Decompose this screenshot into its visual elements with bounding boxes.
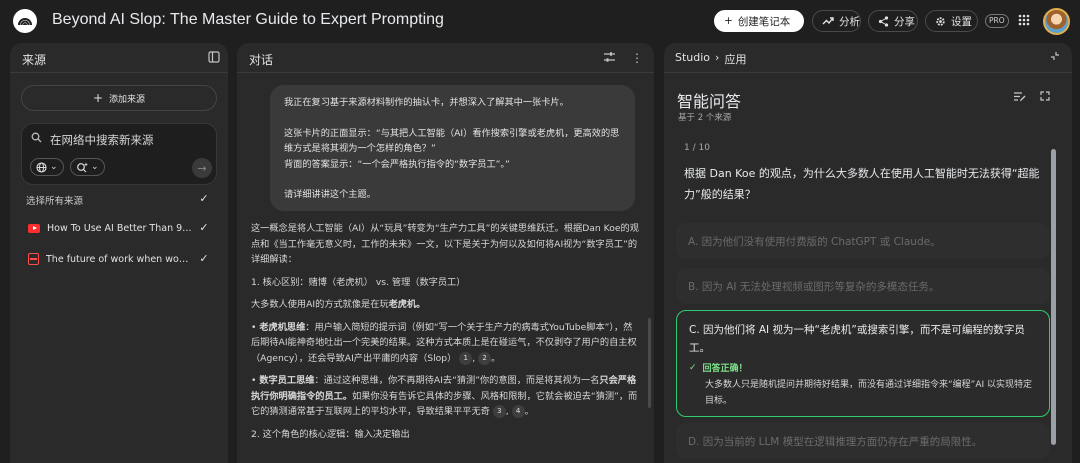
answer-heading: 1. 核心区别：赌博（老虎机） vs. 管理（数字员工）: [251, 276, 466, 288]
breadcrumb-current: 应用: [724, 53, 747, 66]
studio-panel-header: Studio › 应用: [664, 43, 1072, 73]
breadcrumb-studio[interactable]: Studio: [675, 51, 710, 67]
citation-badge[interactable]: 3: [492, 405, 506, 418]
collapse-diagonal-icon[interactable]: [1050, 51, 1064, 65]
analytics-button[interactable]: 分析: [812, 10, 861, 32]
globe-icon: [36, 161, 47, 173]
sources-title: 来源: [22, 53, 47, 67]
answer-paragraph: 这一概念是将人工智能（AI）从“玩具”转变为“生产力工具”的关键思维跃迁。根据D…: [251, 223, 639, 265]
plus-icon: +: [92, 91, 104, 105]
check-icon: ✓: [689, 362, 697, 373]
message-line: 背面的答案显示：“一个会严格执行指令的“数字员工”。”: [284, 158, 510, 170]
chevron-down-icon: ⌄: [91, 162, 99, 172]
create-notebook-label: 创建笔记本: [737, 15, 791, 28]
answer-bullet: • 数字员工思维：通过这种思维，你不再期待AI去“猜测”你的意图，而是将其视为一…: [251, 375, 638, 418]
analytics-label: 分析: [839, 15, 860, 28]
share-label: 分享: [894, 15, 915, 28]
web-source-dropdown[interactable]: ⌄: [30, 158, 64, 176]
user-avatar[interactable]: [1043, 8, 1070, 35]
edit-notes-icon[interactable]: [1013, 91, 1027, 105]
sources-panel: 来源 + 添加来源 在网络中搜索新来源 ⌄ ⌄ → 选择所有来源 ✓ How T…: [10, 43, 228, 463]
settings-label: 设置: [951, 15, 972, 28]
research-mode-dropdown[interactable]: ⌄: [70, 158, 105, 176]
search-input[interactable]: 在网络中搜索新来源: [50, 132, 154, 148]
quiz-option-c-correct[interactable]: C. 因为他们将 AI 视为一种“老虎机”或搜索引擎，而不是可编程的数字员工。 …: [676, 310, 1050, 417]
notebooklm-logo-icon[interactable]: [13, 9, 37, 33]
more-vert-icon[interactable]: ⋮: [630, 51, 644, 65]
select-all-checkbox[interactable]: ✓: [198, 193, 210, 205]
breadcrumb: Studio › 应用: [675, 51, 746, 67]
fullscreen-icon[interactable]: [1040, 91, 1054, 105]
quiz-option-a[interactable]: A. 因为他们没有使用付费版的 ChatGPT 或 Claude。: [676, 223, 1050, 259]
correct-label: 回答正确！: [702, 364, 748, 374]
chat-scrollbar[interactable]: [648, 318, 651, 408]
apps-grid-icon[interactable]: [1018, 14, 1030, 26]
user-message: 我正在复习基于来源材料制作的抽认卡，并想深入了解其中一张卡片。 这张卡片的正面显…: [270, 85, 635, 211]
submit-search-button[interactable]: →: [192, 158, 212, 178]
search-icon: [31, 132, 42, 143]
assistant-answer: 这一概念是将人工智能（AI）从“玩具”转变为“生产力工具”的关键思维跃迁。根据D…: [251, 221, 639, 449]
quiz-title: 智能问答: [677, 92, 742, 111]
create-notebook-button[interactable]: + 创建笔记本: [714, 10, 804, 32]
citation-badge[interactable]: 4: [511, 405, 525, 418]
correct-feedback: ✓ 回答正确！: [689, 361, 1037, 375]
plus-icon: +: [724, 15, 733, 27]
collapse-panel-icon[interactable]: [208, 51, 222, 65]
select-all-label: 选择所有来源: [26, 196, 84, 207]
sources-panel-header: 来源: [10, 43, 228, 73]
source-checkbox[interactable]: ✓: [198, 253, 210, 265]
chat-title: 对话: [249, 53, 274, 67]
app-header: Beyond AI Slop: The Master Guide to Expe…: [0, 0, 1080, 42]
chat-panel-header: 对话 ⋮: [237, 43, 654, 73]
studio-scrollbar[interactable]: [1051, 149, 1056, 445]
answer-heading: 2. 这个角色的核心逻辑：输入决定输出: [251, 428, 410, 440]
web-search-box[interactable]: 在网络中搜索新来源 ⌄ ⌄ →: [21, 123, 217, 185]
chat-panel: 对话 ⋮ 我正在复习基于来源材料制作的抽认卡，并想深入了解其中一张卡片。 这张卡…: [237, 43, 654, 463]
source-item-label: How To Use AI Better Than 99% ...: [47, 222, 193, 234]
option-label: D. 因为当前的 LLM 模型在逻辑推理方面仍存在严重的局限性。: [688, 435, 983, 448]
chevron-right-icon: ›: [715, 51, 720, 64]
share-button[interactable]: 分享: [868, 10, 918, 32]
quiz-option-b[interactable]: B. 因为 AI 无法处理视频或图形等复杂的多模态任务。: [676, 268, 1050, 304]
settings-button[interactable]: 设置: [925, 10, 978, 32]
share-icon: [878, 15, 889, 27]
sparkle-search-icon: [76, 162, 88, 173]
gear-icon: [935, 16, 946, 27]
tune-icon[interactable]: [603, 51, 617, 65]
citation-badge[interactable]: 2: [478, 351, 492, 365]
pro-badge: PRO: [985, 14, 1009, 28]
source-item[interactable]: The future of work when work is ...: [28, 251, 192, 267]
notebook-title[interactable]: Beyond AI Slop: The Master Guide to Expe…: [52, 11, 444, 29]
add-source-label: 添加来源: [109, 94, 146, 105]
chevron-down-icon: ⌄: [50, 162, 58, 172]
message-line: 这张卡片的正面显示：“与其把人工智能（AI）看作搜索引擎或老虎机，更高效的思维方…: [284, 127, 620, 155]
source-checkbox[interactable]: ✓: [198, 222, 210, 234]
source-item-label: The future of work when work is ...: [46, 253, 192, 265]
source-item[interactable]: How To Use AI Better Than 99% ...: [28, 220, 193, 236]
answer-bullet: • 老虎机思维：用户输入简短的提示词（例如“写一个关于生产力的病毒式YouTub…: [251, 321, 637, 365]
option-label: C. 因为他们将 AI 视为一种“老虎机”或搜索引擎，而不是可编程的数字员工。: [689, 324, 1025, 354]
message-line: 我正在复习基于来源材料制作的抽认卡，并想深入了解其中一张卡片。: [284, 97, 569, 108]
add-source-button[interactable]: + 添加来源: [21, 85, 217, 111]
question-counter: 1 / 10: [684, 143, 710, 153]
studio-panel: Studio › 应用 智能问答 基于 2 个来源 1 / 10 根据 Dan …: [664, 43, 1072, 463]
answer-paragraph: 大多数人使用AI的方式就像是在玩老虎机。: [251, 299, 426, 310]
arrow-right-icon: →: [197, 161, 207, 175]
citation-badge[interactable]: 1: [459, 351, 473, 365]
quiz-subtitle: 基于 2 个来源: [678, 113, 732, 123]
message-line: 请详细讲讲这个主题。: [284, 189, 376, 200]
answer-explanation: 大多数人只是随机提问并期待好结果，而没有通过详细指令来“编程”AI 以实现特定目…: [705, 380, 1032, 406]
youtube-icon: [28, 223, 40, 233]
option-label: A. 因为他们没有使用付费版的 ChatGPT 或 Claude。: [688, 235, 941, 248]
quiz-question: 根据 Dan Koe 的观点，为什么大多数人在使用人工智能时无法获得“超能力”般…: [684, 167, 1040, 201]
quiz-option-d[interactable]: D. 因为当前的 LLM 模型在逻辑推理方面仍存在严重的局限性。: [676, 423, 1050, 459]
option-label: B. 因为 AI 无法处理视频或图形等复杂的多模态任务。: [688, 280, 940, 293]
trend-icon: [822, 16, 834, 26]
document-icon: [28, 253, 39, 265]
